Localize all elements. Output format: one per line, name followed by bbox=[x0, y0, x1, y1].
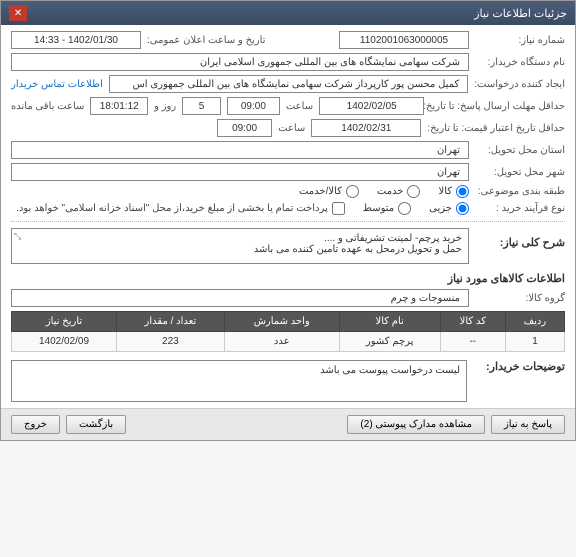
items-table: ردیف کد کالا نام کالا واحد شمارش تعداد /… bbox=[11, 311, 565, 352]
deadline-time: 09:00 bbox=[227, 97, 280, 115]
buy-type-label: نوع فرآیند خرید : bbox=[475, 203, 565, 214]
buy-type-radios: جزیی متوسط bbox=[363, 202, 469, 215]
detail-window: جزئیات اطلاعات نیاز ✕ شماره نیاز: 110200… bbox=[0, 0, 576, 441]
time-label-1: ساعت bbox=[286, 101, 313, 112]
need-no-label: شماره نیاز: bbox=[475, 35, 565, 46]
remaining-time: 18:01:12 bbox=[90, 97, 148, 115]
cat-service-input[interactable] bbox=[407, 185, 420, 198]
th-name: نام کالا bbox=[339, 312, 440, 332]
titlebar: جزئیات اطلاعات نیاز ✕ bbox=[1, 1, 575, 25]
validity-date: 1402/02/31 bbox=[311, 119, 421, 137]
th-date: تاریخ نیاز bbox=[12, 312, 117, 332]
td-name: پرچم کشور bbox=[339, 332, 440, 352]
window-title: جزئیات اطلاعات نیاز bbox=[474, 7, 567, 20]
creator-field: کمیل محسن پور کارپرداز شرکت سهامی نمایشگ… bbox=[109, 75, 468, 93]
deadline-label: حداقل مهلت ارسال پاسخ: تا تاریخ: bbox=[430, 101, 565, 112]
validity-label: حداقل تاریخ اعتبار قیمت: تا تاریخ: bbox=[427, 123, 565, 134]
th-unit: واحد شمارش bbox=[224, 312, 339, 332]
buyer-notes-textarea[interactable]: لیست درخواست پیوست می باشد bbox=[11, 360, 467, 402]
td-qty: 223 bbox=[117, 332, 225, 352]
attachments-button[interactable]: مشاهده مدارک پیوستی (2) bbox=[347, 415, 485, 434]
partial-pay-input[interactable] bbox=[332, 202, 345, 215]
buy-medium-radio[interactable]: متوسط bbox=[363, 202, 411, 215]
cat-goods-radio[interactable]: کالا bbox=[438, 185, 469, 198]
close-icon[interactable]: ✕ bbox=[9, 5, 27, 21]
partial-pay-label: پرداخت تمام یا بخشی از مبلغ خرید،از محل … bbox=[16, 203, 328, 214]
resize-handle-icon[interactable]: ⤡ bbox=[14, 231, 21, 242]
category-radios: کالا خدمت کالا/خدمت bbox=[299, 185, 469, 198]
announce-label: تاریخ و ساعت اعلان عمومی: bbox=[147, 35, 266, 46]
group-label: گروه کالا: bbox=[475, 293, 565, 304]
buyer-notes-label: توضیحات خریدار: bbox=[475, 360, 565, 373]
back-button[interactable]: بازگشت bbox=[66, 415, 126, 434]
partial-pay-check[interactable]: پرداخت تمام یا بخشی از مبلغ خرید،از محل … bbox=[16, 202, 345, 215]
buy-small-radio[interactable]: جزیی bbox=[429, 202, 469, 215]
group-field: منسوجات و چرم bbox=[11, 289, 469, 307]
cat-service-label: خدمت bbox=[377, 186, 404, 197]
days-and-label: روز و bbox=[154, 101, 176, 112]
desc-textarea[interactable]: ⤡ خرید پرچم- لمینت تشریفاتی و .... حمل و… bbox=[11, 228, 469, 264]
th-idx: ردیف bbox=[506, 312, 565, 332]
td-date: 1402/02/09 bbox=[12, 332, 117, 352]
td-code: -- bbox=[440, 332, 505, 352]
exit-button[interactable]: خروج bbox=[11, 415, 60, 434]
deadline-date: 1402/02/05 bbox=[319, 97, 424, 115]
buyer-org-field: شرکت سهامی نمایشگاه های بین المللی جمهور… bbox=[11, 53, 469, 71]
validity-time: 09:00 bbox=[217, 119, 272, 137]
cat-goods-service-input[interactable] bbox=[346, 185, 359, 198]
need-no-field: 1102001063000005 bbox=[339, 31, 469, 49]
time-label-2: ساعت bbox=[278, 123, 305, 134]
cat-service-radio[interactable]: خدمت bbox=[377, 185, 421, 198]
cat-goods-service-label: کالا/خدمت bbox=[299, 186, 342, 197]
city-field: تهران bbox=[11, 163, 469, 181]
announce-field: 1402/01/30 - 14:33 bbox=[11, 31, 141, 49]
td-unit: عدد bbox=[224, 332, 339, 352]
desc-text: خرید پرچم- لمینت تشریفاتی و .... حمل و ت… bbox=[254, 233, 462, 255]
province-field: تهران bbox=[11, 141, 469, 159]
cat-goods-label: کالا bbox=[438, 186, 452, 197]
buyer-notes-text: لیست درخواست پیوست می باشد bbox=[320, 365, 460, 376]
separator-1 bbox=[11, 221, 565, 222]
cat-goods-input[interactable] bbox=[456, 185, 469, 198]
th-code: کد کالا bbox=[440, 312, 505, 332]
th-qty: تعداد / مقدار bbox=[117, 312, 225, 332]
table-row[interactable]: 1 -- پرچم کشور عدد 223 1402/02/09 bbox=[12, 332, 565, 352]
province-label: استان محل تحویل: bbox=[475, 145, 565, 156]
buyer-org-label: نام دستگاه خریدار: bbox=[475, 57, 565, 68]
buy-small-label: جزیی bbox=[429, 203, 452, 214]
buy-small-input[interactable] bbox=[456, 202, 469, 215]
remaining-label: ساعت باقی مانده bbox=[11, 101, 84, 112]
footer-bar: پاسخ به نیاز مشاهده مدارک پیوستی (2) باز… bbox=[1, 408, 575, 440]
respond-button[interactable]: پاسخ به نیاز bbox=[491, 415, 565, 434]
desc-label: شرح کلی نیاز: bbox=[475, 236, 565, 249]
cat-goods-service-radio[interactable]: کالا/خدمت bbox=[299, 185, 359, 198]
days-value: 5 bbox=[182, 97, 221, 115]
buy-medium-label: متوسط bbox=[363, 203, 394, 214]
city-label: شهر محل تحویل: bbox=[475, 167, 565, 178]
content-area: شماره نیاز: 1102001063000005 تاریخ و ساع… bbox=[1, 25, 575, 408]
category-label: طبقه بندی موضوعی: bbox=[475, 186, 565, 197]
contact-link[interactable]: اطلاعات تماس خریدار bbox=[11, 79, 103, 90]
items-header: اطلاعات کالاهای مورد نیاز bbox=[11, 272, 565, 285]
creator-label: ایجاد کننده درخواست: bbox=[474, 79, 565, 90]
td-idx: 1 bbox=[506, 332, 565, 352]
table-header-row: ردیف کد کالا نام کالا واحد شمارش تعداد /… bbox=[12, 312, 565, 332]
buy-medium-input[interactable] bbox=[398, 202, 411, 215]
